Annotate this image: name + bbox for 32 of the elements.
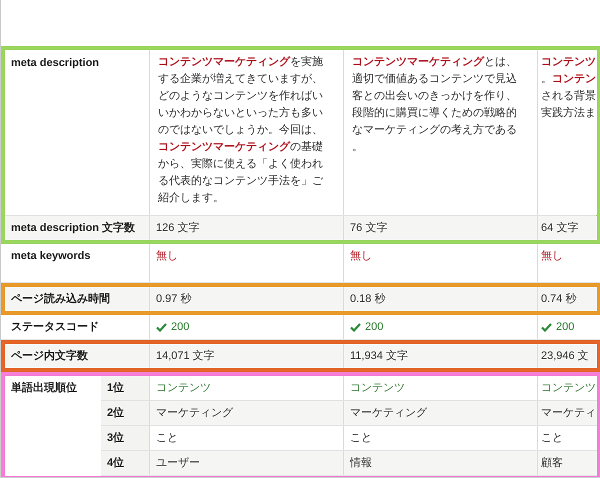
table-cell: 14,071 文字 <box>149 344 343 368</box>
table-cell: 11,934 文字 <box>343 344 537 368</box>
row-label: meta description 文字数 <box>5 216 149 240</box>
check-icon <box>350 322 361 332</box>
table-cell: 64 文字 <box>537 216 597 240</box>
description-text: コンテンツ 。コンテン される背景実践方法ま <box>537 50 597 215</box>
status-code: 200 <box>171 320 190 335</box>
row-label: ページ読み込み時間 <box>5 287 149 311</box>
table-cell: 126 文字 <box>149 216 343 240</box>
ranked-word: こと <box>537 426 597 450</box>
check-icon <box>156 322 167 332</box>
table-cell: 23,946 文 <box>537 344 597 368</box>
status-code: 200 <box>556 320 574 335</box>
ranked-word: マーケティング <box>343 401 537 425</box>
rank-label: 4位 <box>101 451 149 475</box>
table-cell: 0.74 秒 <box>537 287 597 311</box>
table-cell: 0.18 秒 <box>343 287 537 311</box>
rank-label: 2位 <box>101 401 149 425</box>
ranked-word: ユーザー <box>149 451 343 475</box>
ranked-word: マーケティング <box>149 401 343 425</box>
row-label: ページ内文字数 <box>5 344 149 368</box>
ranked-word: コンテンツ <box>537 376 597 400</box>
check-icon <box>541 322 552 332</box>
status-code: 200 <box>365 320 384 335</box>
table-cell: 76 文字 <box>343 216 537 240</box>
table-cell: 0.97 秒 <box>149 287 343 311</box>
ranked-word: 顧客 <box>537 451 597 475</box>
ranked-word: 情報 <box>343 451 537 475</box>
ranked-word: マーケティ <box>537 401 597 425</box>
row-label: 単語出現順位 <box>10 380 78 396</box>
rank-label: 1位 <box>101 376 149 400</box>
rank-label: 3位 <box>101 426 149 450</box>
